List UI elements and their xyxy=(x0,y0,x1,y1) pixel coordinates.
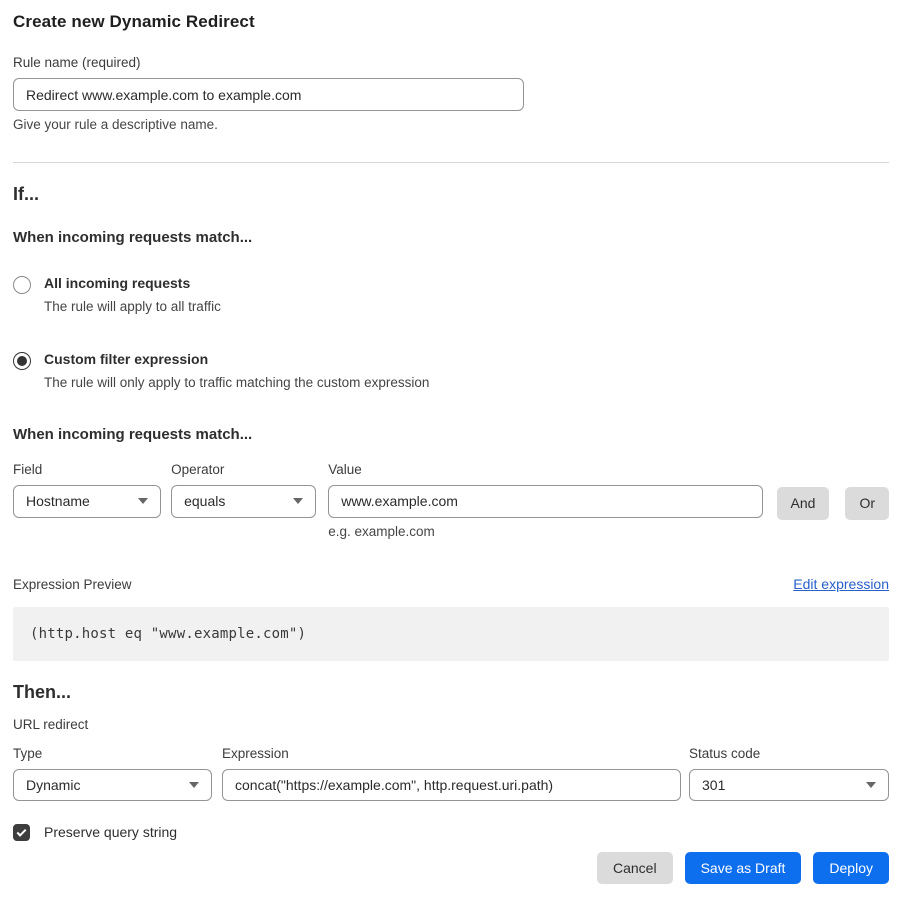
url-redirect-label: URL redirect xyxy=(13,717,889,732)
preserve-query-string-checkbox[interactable]: Preserve query string xyxy=(13,824,889,841)
filter-builder-heading: When incoming requests match... xyxy=(13,426,889,443)
field-label: Field xyxy=(13,462,161,477)
then-heading: Then... xyxy=(13,682,889,703)
radio-custom-filter-expression[interactable]: Custom filter expression The rule will o… xyxy=(13,351,889,390)
rule-name-section: Rule name (required) Give your rule a de… xyxy=(13,55,889,132)
radio-icon[interactable] xyxy=(13,276,31,294)
expression-preview-code: (http.host eq "www.example.com") xyxy=(30,626,306,642)
chevron-down-icon xyxy=(138,498,148,504)
field-select[interactable]: Hostname xyxy=(13,485,161,518)
page-title: Create new Dynamic Redirect xyxy=(13,12,889,32)
deploy-button[interactable]: Deploy xyxy=(813,852,889,884)
rule-name-help: Give your rule a descriptive name. xyxy=(13,117,889,132)
value-help: e.g. example.com xyxy=(328,524,762,539)
checkbox-icon[interactable] xyxy=(13,824,30,841)
value-input[interactable] xyxy=(328,485,762,518)
radio-all-description: The rule will apply to all traffic xyxy=(44,299,221,314)
value-label: Value xyxy=(328,462,762,477)
radio-custom-description: The rule will only apply to traffic matc… xyxy=(44,375,429,390)
chevron-down-icon xyxy=(189,782,199,788)
create-redirect-form: Create new Dynamic Redirect Rule name (r… xyxy=(0,0,907,898)
or-button[interactable]: Or xyxy=(845,487,889,520)
rule-name-input[interactable] xyxy=(13,78,524,111)
field-select-value: Hostname xyxy=(26,493,90,509)
redirect-config-row: Type Dynamic Expression Status code 301 xyxy=(13,746,889,801)
match-mode-heading: When incoming requests match... xyxy=(13,229,889,246)
expression-preview-label: Expression Preview xyxy=(13,577,132,592)
radio-all-label: All incoming requests xyxy=(44,275,221,292)
expression-label: Expression xyxy=(222,746,681,761)
footer-actions: Cancel Save as Draft Deploy xyxy=(13,852,889,884)
expression-preview-box: (http.host eq "www.example.com") xyxy=(13,607,889,661)
radio-custom-label: Custom filter expression xyxy=(44,351,429,368)
chevron-down-icon xyxy=(866,782,876,788)
and-button[interactable]: And xyxy=(777,487,830,520)
section-divider xyxy=(13,162,889,163)
operator-select[interactable]: equals xyxy=(171,485,316,518)
radio-all-incoming-requests[interactable]: All incoming requests The rule will appl… xyxy=(13,275,889,314)
cancel-button[interactable]: Cancel xyxy=(597,852,673,884)
save-as-draft-button[interactable]: Save as Draft xyxy=(685,852,802,884)
operator-label: Operator xyxy=(171,462,316,477)
status-code-label: Status code xyxy=(689,746,889,761)
if-heading: If... xyxy=(13,184,889,205)
rule-name-label: Rule name (required) xyxy=(13,55,889,70)
match-mode-radio-group: All incoming requests The rule will appl… xyxy=(13,275,889,390)
preserve-query-string-label: Preserve query string xyxy=(44,824,177,840)
expression-preview-header: Expression Preview Edit expression xyxy=(13,576,889,592)
check-icon xyxy=(17,826,27,836)
edit-expression-link[interactable]: Edit expression xyxy=(793,576,889,592)
type-label: Type xyxy=(13,746,212,761)
chevron-down-icon xyxy=(293,498,303,504)
status-code-select[interactable]: 301 xyxy=(689,769,889,801)
type-select[interactable]: Dynamic xyxy=(13,769,212,801)
redirect-expression-input[interactable] xyxy=(222,769,681,801)
type-select-value: Dynamic xyxy=(26,777,80,793)
filter-builder-row: Field Hostname Operator equals Value e.g… xyxy=(13,462,889,539)
status-code-select-value: 301 xyxy=(702,777,725,793)
operator-select-value: equals xyxy=(184,493,225,509)
radio-icon[interactable] xyxy=(13,352,31,370)
